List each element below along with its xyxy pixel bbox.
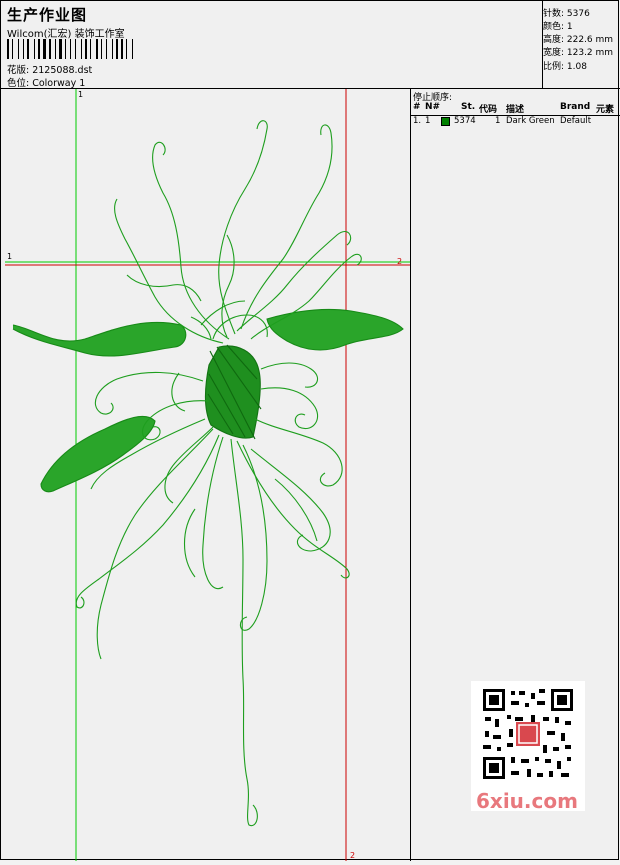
guide-label-h1: 1 — [7, 252, 12, 261]
colorway: 色位: Colorway 1 — [7, 78, 86, 89]
design-file: 花版: 2125088.dst — [7, 65, 93, 76]
col-brand: Brand — [560, 102, 591, 112]
guide-label-v2: 2 — [350, 851, 355, 860]
header-info: 生产作业图 Wilcom(汇宏) 装饰工作室 花版: 2125088.dst 色… — [1, 1, 543, 89]
barcode-bar — [30, 39, 33, 59]
barcode-bar — [90, 39, 91, 59]
barcode — [7, 39, 142, 59]
barcode-bar — [57, 39, 58, 59]
barcode-bar — [55, 39, 56, 59]
barcode-bar — [18, 39, 19, 59]
barcode-bar — [81, 39, 82, 59]
embroidery-design: 1 1 2 2 — [5, 89, 410, 861]
barcode-bar — [132, 39, 133, 59]
barcode-bar — [12, 39, 13, 59]
barcode-bar — [126, 39, 127, 59]
thread-color-swatch — [441, 117, 450, 126]
col-st: St. — [461, 102, 476, 112]
barcode-bar — [20, 39, 22, 59]
barcode-bar — [108, 39, 111, 59]
barcode-bar — [10, 39, 11, 59]
barcode-bar — [116, 39, 118, 59]
barcode-bar — [119, 39, 120, 59]
barcode-bar — [52, 39, 54, 59]
barcode-bar — [112, 39, 113, 59]
worksheet-header: 生产作业图 Wilcom(汇宏) 装饰工作室 花版: 2125088.dst 色… — [1, 1, 620, 89]
barcode-bar — [65, 39, 66, 59]
barcode-bar — [96, 39, 98, 59]
watermark: 6xiu.com — [471, 681, 585, 813]
worksheet-title: 生产作业图 — [7, 6, 88, 24]
watermark-text: 6xiu.com — [476, 789, 578, 813]
design-width: 宽度: 123.2 mm — [543, 48, 614, 58]
barcode-bar — [85, 39, 87, 59]
stats-panel: 针数: 5376 颜色: 1 高度: 222.6 mm 宽度: 123.2 mm… — [543, 1, 620, 89]
barcode-bar — [124, 39, 125, 59]
barcode-bar — [7, 39, 9, 59]
row-desc: Dark Green — [506, 116, 555, 126]
barcode-bar — [77, 39, 80, 59]
col-desc: 描述 — [506, 105, 525, 115]
barcode-bar — [121, 39, 123, 59]
barcode-bar — [88, 39, 89, 59]
qr-code — [481, 687, 575, 781]
design-canvas: 1 1 2 2 — [5, 89, 410, 861]
barcode-bar — [106, 39, 107, 59]
row-num: 1. — [413, 116, 422, 126]
stitch-count: 针数: 5376 — [543, 9, 590, 19]
guide-label-h2: 2 — [397, 257, 402, 266]
barcode-bar — [27, 39, 29, 59]
stop-sequence-header: # N# St. 代码 描述 Brand 元素 — [411, 102, 620, 116]
barcode-bar — [134, 39, 136, 59]
design-height: 高度: 222.6 mm — [543, 35, 614, 45]
barcode-bar — [14, 39, 17, 59]
embroidery-stitches — [12, 120, 404, 827]
barcode-bar — [70, 39, 71, 59]
col-code: 代码 — [479, 105, 498, 115]
production-worksheet: 生产作业图 Wilcom(汇宏) 装饰工作室 花版: 2125088.dst 色… — [0, 0, 620, 861]
barcode-bar — [114, 39, 115, 59]
company-name: Wilcom(汇宏) 装饰工作室 — [7, 29, 125, 40]
barcode-bar — [23, 39, 24, 59]
barcode-bar — [67, 39, 69, 59]
design-scale: 比例: 1.08 — [543, 62, 587, 72]
barcode-bar — [99, 39, 100, 59]
barcode-bar — [49, 39, 51, 59]
barcode-bar — [59, 39, 62, 59]
row-n: 1 — [425, 116, 431, 126]
barcode-bar — [47, 39, 48, 59]
row-brand: Default — [560, 116, 592, 126]
col-num: # — [413, 102, 421, 112]
row-st: 5374 — [454, 116, 476, 126]
row-code: 1 — [495, 116, 501, 126]
barcode-bar — [72, 39, 74, 59]
barcode-bar — [83, 39, 84, 59]
barcode-bar — [25, 39, 26, 59]
barcode-bar — [34, 39, 35, 59]
barcode-bar — [41, 39, 42, 59]
barcode-bar — [128, 39, 131, 59]
barcode-bar — [36, 39, 37, 59]
barcode-bar — [43, 39, 46, 59]
stop-sequence-row: 1. 1 5374 1 Dark Green Default — [411, 116, 620, 128]
col-n: N# — [425, 102, 441, 112]
barcode-bar — [101, 39, 102, 59]
barcode-bar — [92, 39, 95, 59]
barcode-bar — [38, 39, 40, 59]
barcode-bar — [103, 39, 105, 59]
barcode-bar — [75, 39, 76, 59]
col-elem: 元素 — [596, 105, 615, 115]
barcode-bar — [63, 39, 64, 59]
guide-label-v1: 1 — [78, 90, 83, 99]
color-count: 颜色: 1 — [543, 22, 573, 32]
